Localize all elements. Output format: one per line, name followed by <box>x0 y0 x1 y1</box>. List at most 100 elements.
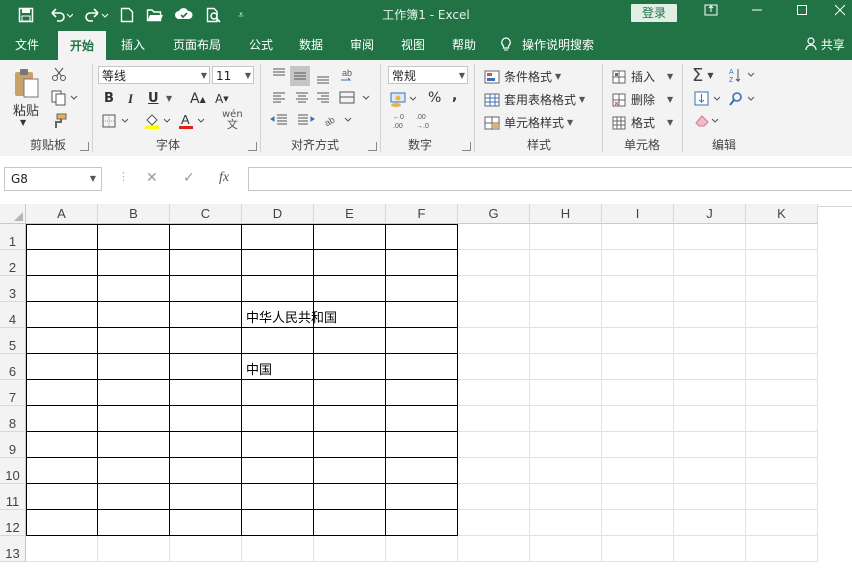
fill-color-icon[interactable] <box>144 112 174 130</box>
format-as-table-button[interactable]: 套用表格格式 ▼ <box>484 91 585 108</box>
cell-B9[interactable] <box>98 432 170 458</box>
cell-I9[interactable] <box>602 432 674 458</box>
tab-page-layout[interactable]: 页面布局 <box>166 30 228 60</box>
phonetic-guide-icon[interactable]: wén 文 <box>222 110 243 131</box>
cell-C10[interactable] <box>170 458 242 484</box>
cell-J2[interactable] <box>674 250 746 276</box>
format-cells-button[interactable]: 格式 ▼ <box>612 114 673 131</box>
cell-G11[interactable] <box>458 484 530 510</box>
percent-style-icon[interactable]: % <box>428 90 441 106</box>
cell-I2[interactable] <box>602 250 674 276</box>
cell-H12[interactable] <box>530 510 602 536</box>
cell-D12[interactable] <box>242 510 314 536</box>
sort-filter-icon[interactable]: AZ <box>728 66 758 84</box>
row-header-9[interactable]: 9 <box>0 432 26 458</box>
tab-review[interactable]: 审阅 <box>341 30 383 60</box>
cell-A2[interactable] <box>26 250 98 276</box>
row-header-5[interactable]: 5 <box>0 328 26 354</box>
cell-I7[interactable] <box>602 380 674 406</box>
tab-home[interactable]: 开始 <box>58 31 106 60</box>
cell-J6[interactable] <box>674 354 746 380</box>
comma-style-icon[interactable]: , <box>452 88 457 104</box>
cell-I3[interactable] <box>602 276 674 302</box>
alignment-launcher-icon[interactable] <box>368 142 377 151</box>
row-header-11[interactable]: 11 <box>0 484 26 510</box>
cell-K7[interactable] <box>746 380 818 406</box>
cell-A8[interactable] <box>26 406 98 432</box>
cell-J10[interactable] <box>674 458 746 484</box>
cell-C12[interactable] <box>170 510 242 536</box>
font-color-icon[interactable]: A <box>178 112 208 130</box>
cell-H13[interactable] <box>530 536 602 562</box>
cell-J3[interactable] <box>674 276 746 302</box>
row-header-1[interactable]: 1 <box>0 224 26 250</box>
borders-icon[interactable] <box>102 113 132 129</box>
column-header-K[interactable]: K <box>746 204 818 224</box>
cell-C9[interactable] <box>170 432 242 458</box>
cell-E6[interactable] <box>314 354 386 380</box>
number-launcher-icon[interactable] <box>462 142 471 151</box>
cell-A13[interactable] <box>26 536 98 562</box>
cell-B4[interactable] <box>98 302 170 328</box>
cell-C11[interactable] <box>170 484 242 510</box>
cell-F4[interactable] <box>386 302 458 328</box>
cell-D2[interactable] <box>242 250 314 276</box>
column-header-I[interactable]: I <box>602 204 674 224</box>
cell-E10[interactable] <box>314 458 386 484</box>
cell-F10[interactable] <box>386 458 458 484</box>
cell-C3[interactable] <box>170 276 242 302</box>
cell-F1[interactable] <box>386 224 458 250</box>
cell-A6[interactable] <box>26 354 98 380</box>
cell-B3[interactable] <box>98 276 170 302</box>
close-icon[interactable] <box>826 4 852 24</box>
column-header-D[interactable]: D <box>242 204 314 224</box>
cell-A10[interactable] <box>26 458 98 484</box>
cell-K11[interactable] <box>746 484 818 510</box>
cell-G1[interactable] <box>458 224 530 250</box>
cell-H6[interactable] <box>530 354 602 380</box>
cell-J4[interactable] <box>674 302 746 328</box>
minimize-icon[interactable] <box>743 4 771 24</box>
cell-H2[interactable] <box>530 250 602 276</box>
cell-F9[interactable] <box>386 432 458 458</box>
cell-G13[interactable] <box>458 536 530 562</box>
cell-C6[interactable] <box>170 354 242 380</box>
cell-K5[interactable] <box>746 328 818 354</box>
underline-dropdown-icon[interactable]: ▼ <box>166 94 172 103</box>
cell-B6[interactable] <box>98 354 170 380</box>
row-header-6[interactable]: 6 <box>0 354 26 380</box>
tell-me-search[interactable]: 操作说明搜索 <box>500 30 610 60</box>
cell-A5[interactable] <box>26 328 98 354</box>
cell-B11[interactable] <box>98 484 170 510</box>
cell-C7[interactable] <box>170 380 242 406</box>
currency-format-icon[interactable] <box>390 90 420 108</box>
cell-H7[interactable] <box>530 380 602 406</box>
clear-icon[interactable] <box>694 112 724 130</box>
cell-H1[interactable] <box>530 224 602 250</box>
column-header-F[interactable]: F <box>386 204 458 224</box>
tab-formulas[interactable]: 公式 <box>240 30 282 60</box>
cell-F13[interactable] <box>386 536 458 562</box>
cell-styles-button[interactable]: 单元格样式 ▼ <box>484 114 573 131</box>
cell-I12[interactable] <box>602 510 674 536</box>
cell-B5[interactable] <box>98 328 170 354</box>
cell-D3[interactable] <box>242 276 314 302</box>
cell-D9[interactable] <box>242 432 314 458</box>
cell-E11[interactable] <box>314 484 386 510</box>
cell-G8[interactable] <box>458 406 530 432</box>
cell-A9[interactable] <box>26 432 98 458</box>
cell-J12[interactable] <box>674 510 746 536</box>
confirm-entry-icon[interactable]: ✓ <box>183 170 195 186</box>
cell-A12[interactable] <box>26 510 98 536</box>
find-select-icon[interactable] <box>728 90 758 108</box>
column-header-C[interactable]: C <box>170 204 242 224</box>
cell-H11[interactable] <box>530 484 602 510</box>
cell-J9[interactable] <box>674 432 746 458</box>
conditional-formatting-button[interactable]: 条件格式 ▼ <box>484 68 561 85</box>
paste-icon[interactable] <box>12 66 42 102</box>
row-header-4[interactable]: 4 <box>0 302 26 328</box>
insert-function-icon[interactable]: fx <box>219 170 229 186</box>
cell-F2[interactable] <box>386 250 458 276</box>
cell-C5[interactable] <box>170 328 242 354</box>
cell-J11[interactable] <box>674 484 746 510</box>
